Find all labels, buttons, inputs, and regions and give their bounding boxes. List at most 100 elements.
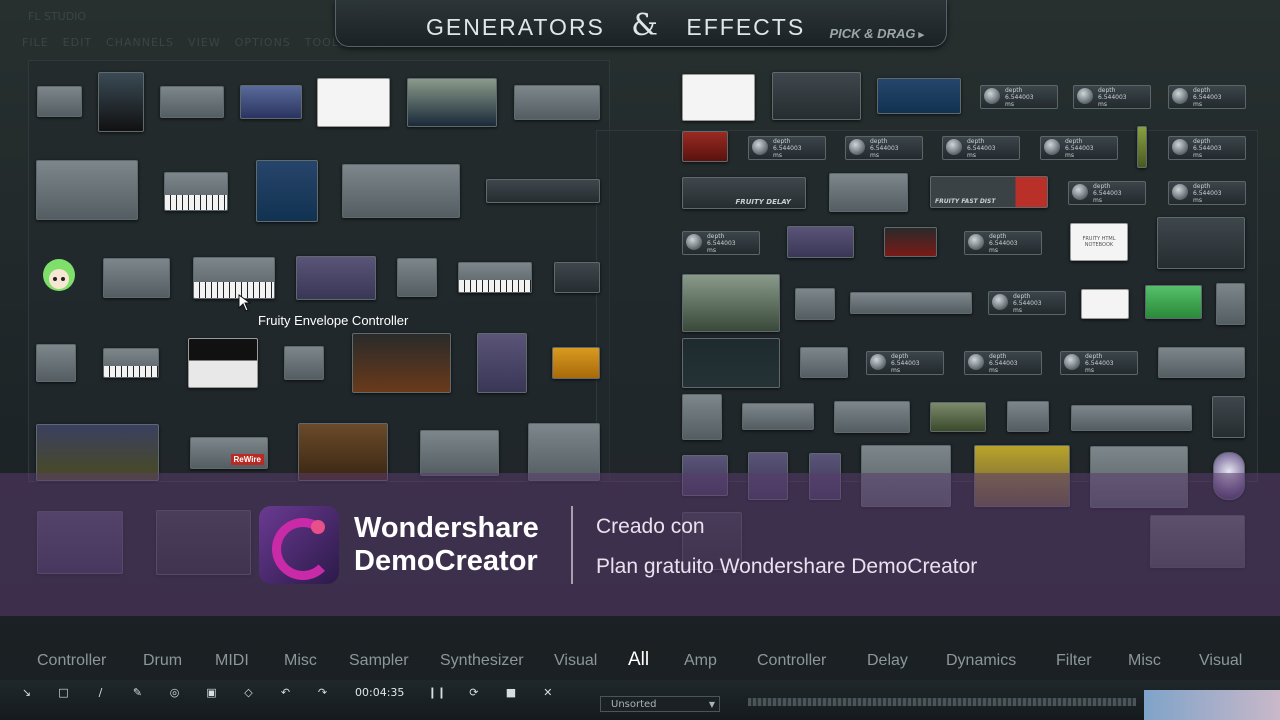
tab-fx-delay[interactable]: Delay (867, 652, 908, 670)
menu-view[interactable]: VIEW (188, 36, 221, 49)
effect-plugin[interactable] (787, 226, 854, 258)
generator-plugin[interactable] (36, 344, 76, 382)
generator-plugin[interactable] (342, 164, 460, 218)
generator-plugin[interactable] (352, 333, 451, 393)
effect-plugin[interactable] (800, 347, 848, 378)
tab-gen-midi[interactable]: MIDI (215, 652, 249, 670)
generator-plugin[interactable] (296, 256, 376, 300)
stop-icon[interactable]: ■ (492, 686, 529, 699)
generator-plugin[interactable] (477, 333, 527, 393)
knob-icon[interactable] (968, 234, 984, 250)
generator-plugin[interactable] (37, 86, 82, 117)
knob-icon[interactable] (984, 88, 1000, 104)
menu-channels[interactable]: CHANNELS (106, 36, 174, 49)
depth-plugin[interactable]: depth 6.544003 ms (866, 351, 944, 375)
depth-plugin[interactable]: depth 6.544003 ms (1168, 85, 1246, 109)
tab-gen-sampler[interactable]: Sampler (349, 652, 409, 670)
fruity-html-notebook-plugin[interactable]: FRUITY HTML NOTEBOOK (1070, 223, 1128, 261)
knob-icon[interactable] (1172, 139, 1188, 155)
generator-plugin[interactable] (36, 160, 138, 220)
fruity-delay-plugin[interactable]: FRUITY DELAY (682, 177, 806, 209)
effect-plugin[interactable] (1216, 283, 1245, 325)
tab-fx-filter[interactable]: Filter (1056, 652, 1092, 670)
knob-icon[interactable] (686, 234, 702, 250)
anime-character-icon[interactable] (36, 253, 82, 299)
generator-plugin[interactable] (160, 86, 224, 118)
rewire-plugin[interactable]: ReWire (190, 437, 268, 469)
rectangle-tool-icon[interactable]: □ (45, 686, 82, 699)
effect-plugin[interactable] (682, 131, 728, 162)
depth-plugin[interactable]: depth 6.544003 ms (1040, 136, 1118, 160)
tab-gen-misc[interactable]: Misc (284, 652, 317, 670)
effect-plugin[interactable] (877, 78, 961, 114)
generator-plugin[interactable] (420, 430, 499, 476)
generator-plugin[interactable] (103, 348, 159, 378)
effect-plugin[interactable] (829, 173, 908, 212)
pen-tool-icon[interactable]: ✎ (119, 686, 156, 699)
tab-fx-controller[interactable]: Controller (757, 652, 826, 670)
tab-gen-controller[interactable]: Controller (37, 652, 106, 670)
generator-plugin[interactable] (193, 257, 275, 299)
depth-plugin[interactable]: depth 6.544003 ms (1060, 351, 1138, 375)
menu-edit[interactable]: EDIT (63, 36, 92, 49)
close-icon[interactable]: ✕ (529, 686, 566, 699)
knob-icon[interactable] (1064, 354, 1080, 370)
effect-plugin[interactable] (682, 274, 780, 332)
effect-plugin[interactable] (930, 402, 986, 432)
effect-plugin[interactable] (1158, 347, 1245, 378)
effect-plugin[interactable] (1145, 285, 1202, 319)
depth-plugin[interactable]: depth 6.544003 ms (682, 231, 760, 255)
horizontal-scrollbar[interactable] (748, 698, 1136, 706)
sort-dropdown[interactable]: Unsorted ▼ (600, 696, 720, 712)
knob-icon[interactable] (1172, 88, 1188, 104)
highlight-icon[interactable]: ◇ (230, 686, 267, 699)
effect-plugin[interactable] (884, 227, 937, 257)
knob-icon[interactable] (752, 139, 768, 155)
restart-icon[interactable]: ⟳ (455, 686, 492, 699)
knob-icon[interactable] (968, 354, 984, 370)
generator-plugin[interactable] (552, 347, 600, 379)
generator-plugin[interactable] (240, 85, 302, 119)
generator-plugin[interactable] (554, 262, 600, 293)
depth-plugin[interactable]: depth 6.544003 ms (942, 136, 1020, 160)
knob-icon[interactable] (849, 139, 865, 155)
generator-plugin[interactable] (317, 78, 390, 127)
effect-plugin[interactable] (1007, 401, 1049, 432)
generator-plugin[interactable] (397, 258, 437, 297)
spotlight-icon[interactable]: ◎ (156, 686, 193, 699)
effect-plugin[interactable] (682, 74, 755, 121)
depth-plugin[interactable]: depth 6.544003 ms (845, 136, 923, 160)
generator-plugin[interactable] (164, 172, 228, 211)
generator-plugin[interactable] (98, 72, 144, 132)
knob-icon[interactable] (992, 294, 1008, 310)
depth-plugin[interactable]: depth 6.544003 ms (980, 85, 1058, 109)
depth-plugin[interactable]: depth 6.544003 ms (1068, 181, 1146, 205)
menu-file[interactable]: FILE (22, 36, 49, 49)
effect-plugin[interactable] (1137, 126, 1147, 168)
effect-plugin[interactable] (682, 394, 722, 440)
select-tool-icon[interactable]: ↘ (8, 686, 45, 699)
knob-icon[interactable] (1044, 139, 1060, 155)
knob-icon[interactable] (1077, 88, 1093, 104)
knob-icon[interactable] (946, 139, 962, 155)
fruity-fast-dist-plugin[interactable]: FRUITY FAST DIST (930, 176, 1048, 208)
depth-plugin[interactable]: depth 6.544003 ms (1073, 85, 1151, 109)
depth-plugin[interactable]: depth 6.544003 ms (988, 291, 1066, 315)
generator-plugin[interactable] (486, 179, 600, 203)
menu-options[interactable]: OPTIONS (235, 36, 291, 49)
generator-plugin[interactable] (514, 85, 600, 120)
effect-plugin[interactable] (742, 403, 814, 430)
effect-plugin[interactable] (1157, 217, 1245, 269)
generator-plugin[interactable] (407, 78, 497, 127)
tab-fx-dynamics[interactable]: Dynamics (946, 652, 1016, 670)
depth-plugin[interactable]: depth 6.544003 ms (748, 136, 826, 160)
effect-plugin[interactable] (682, 338, 780, 388)
depth-plugin[interactable]: depth 6.544003 ms (964, 351, 1042, 375)
pause-icon[interactable]: ❙❙ (418, 686, 455, 699)
depth-plugin[interactable]: depth 6.544003 ms (1168, 136, 1246, 160)
tab-fx-amp[interactable]: Amp (684, 652, 717, 670)
effect-plugin[interactable] (834, 401, 910, 433)
knob-icon[interactable] (1072, 184, 1088, 200)
effect-plugin[interactable] (1071, 405, 1192, 431)
tab-gen-drum[interactable]: Drum (143, 652, 182, 670)
